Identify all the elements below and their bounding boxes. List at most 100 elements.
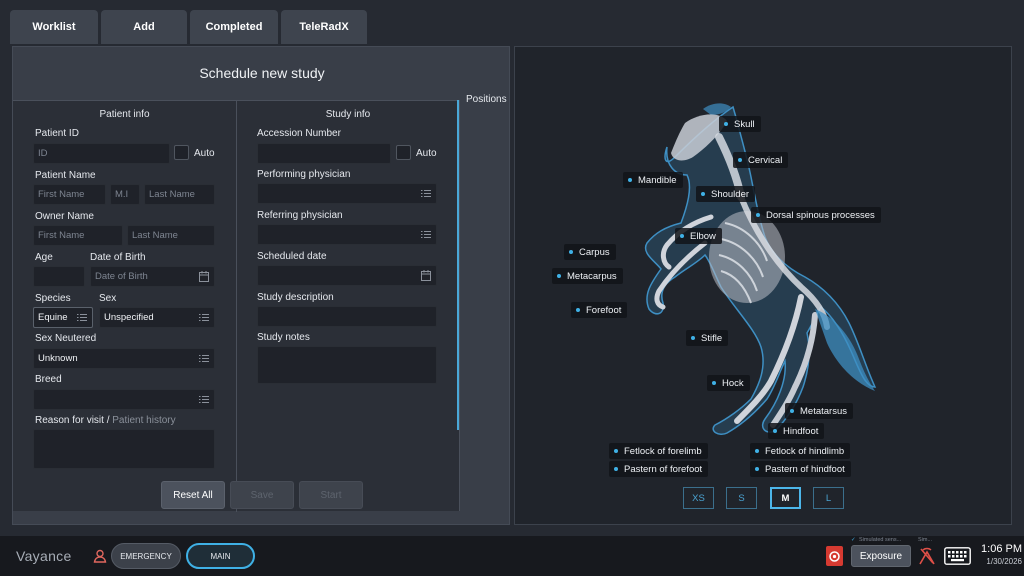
size-l-button[interactable]: L [813,487,844,509]
last-name-input[interactable]: Last Name [144,184,215,205]
position-dot [773,429,777,433]
brand-logo: Vayance [16,548,72,564]
tab-add[interactable]: Add [101,10,187,44]
position-dot [691,336,695,340]
position-dot [614,467,618,471]
patient-info-heading: Patient info [99,109,150,120]
position-elbow[interactable]: Elbow [675,228,722,244]
positions-scrollbar[interactable] [457,100,459,430]
owner-first-name-input[interactable]: First Name [33,225,123,246]
main-button[interactable]: MAIN [186,543,255,569]
study-description-input[interactable] [257,306,437,327]
sex-select[interactable]: Unspecified [99,307,215,328]
size-xs-button[interactable]: XS [683,487,714,509]
accession-auto-checkbox[interactable] [396,145,411,160]
position-skull[interactable]: Skull [719,116,761,132]
position-dot [557,274,561,278]
reset-all-button[interactable]: Reset All [161,481,225,509]
list-icon [77,314,87,321]
position-dorsal-spinous-processes[interactable]: Dorsal spinous processes [751,207,881,223]
patient-id-input[interactable]: ID [33,143,170,164]
position-fetlock-forelimb[interactable]: Fetlock of forelimb [609,443,708,459]
position-pastern-hind-label: Pastern of hindfoot [765,463,845,475]
breed-select[interactable] [33,389,215,410]
position-dot [738,158,742,162]
first-name-input[interactable]: First Name [33,184,106,205]
dob-input[interactable]: Date of Birth [90,266,215,287]
size-s-button[interactable]: S [726,487,757,509]
sex-value: Unspecified [104,312,154,323]
position-hock[interactable]: Hock [707,375,750,391]
exposure-button[interactable]: Exposure [851,545,911,567]
position-dot [790,409,794,413]
position-pastern-fore-label: Pastern of forefoot [624,463,703,475]
position-shoulder[interactable]: Shoulder [696,186,756,202]
position-pastern-hindfoot[interactable]: Pastern of hindfoot [750,461,851,477]
position-dot [614,449,618,453]
patient-history-link[interactable]: Patient history [112,415,175,426]
age-input[interactable] [33,266,85,287]
positions-divider [459,100,460,511]
top-tabs: Worklist Add Completed TeleRadX [10,10,367,44]
position-mandible[interactable]: Mandible [623,172,683,188]
study-info-heading: Study info [325,109,371,120]
patient-name-label: Patient Name [35,170,96,181]
owner-last-name-input[interactable]: Last Name [127,225,215,246]
position-cervical-label: Cervical [748,154,783,166]
list-icon [199,396,209,403]
position-pastern-forefoot[interactable]: Pastern of forefoot [609,461,709,477]
position-forefoot-label: Forefoot [586,304,622,316]
position-cervical[interactable]: Cervical [733,152,789,168]
emergency-button[interactable]: EMERGENCY [111,543,181,569]
patient-id-auto-checkbox[interactable] [174,145,189,160]
xray-signal-icon[interactable] [918,546,936,566]
scheduled-date-input[interactable] [257,265,437,286]
position-dot [724,122,728,126]
app-window: Worklist Add Completed TeleRadX Schedule… [0,0,1024,576]
save-button[interactable]: Save [230,481,294,509]
alert-app-icon[interactable] [826,546,843,566]
calendar-icon[interactable] [421,270,431,281]
performing-physician-select[interactable] [257,183,437,204]
start-button[interactable]: Start [299,481,363,509]
position-dot [755,467,759,471]
position-fetlock-hindlimb[interactable]: Fetlock of hindlimb [750,443,851,459]
referring-physician-select[interactable] [257,224,437,245]
tab-worklist[interactable]: Worklist [10,10,98,44]
tab-completed[interactable]: Completed [190,10,278,44]
position-dorsal-label: Dorsal spinous processes [766,209,875,221]
reason-label: Reason for visit / Patient history [35,415,176,426]
position-dot [755,449,759,453]
position-carpus[interactable]: Carpus [564,244,616,260]
position-forefoot[interactable]: Forefoot [571,302,628,318]
position-metacarpus-label: Metacarpus [567,270,617,282]
size-m-button[interactable]: M [770,487,801,509]
scheduled-date-label: Scheduled date [257,251,327,262]
middle-initial-input[interactable]: M.I [110,184,140,205]
patient-id-label: Patient ID [35,128,79,139]
user-icon[interactable] [93,549,107,563]
page-title: Schedule new study [199,65,325,81]
position-hindfoot[interactable]: Hindfoot [768,423,825,439]
position-metatarsus[interactable]: Metatarsus [785,403,853,419]
sex-neutered-value: Unknown [38,353,78,364]
position-hock-label: Hock [722,377,744,389]
study-notes-textarea[interactable] [257,346,437,384]
position-shoulder-label: Shoulder [711,188,750,200]
position-metacarpus[interactable]: Metacarpus [552,268,623,284]
calendar-icon[interactable] [199,271,209,282]
tab-teleradx[interactable]: TeleRadX [281,10,367,44]
keyboard-icon[interactable] [944,547,971,565]
sex-neutered-select[interactable]: Unknown [33,348,215,369]
species-select[interactable]: Equine [33,307,93,328]
reason-for-visit-textarea[interactable] [33,429,215,469]
dob-placeholder: Date of Birth [95,271,148,282]
position-carpus-label: Carpus [579,246,610,258]
performing-physician-label: Performing physician [257,169,351,180]
position-dot [569,250,573,254]
clock-date: 1/30/2026 [986,557,1022,566]
target-icon [829,550,840,562]
position-stifle[interactable]: Stifle [686,330,729,346]
accession-input[interactable] [257,143,391,164]
schedule-study-panel: Schedule new study Positions Patient inf… [12,46,510,525]
